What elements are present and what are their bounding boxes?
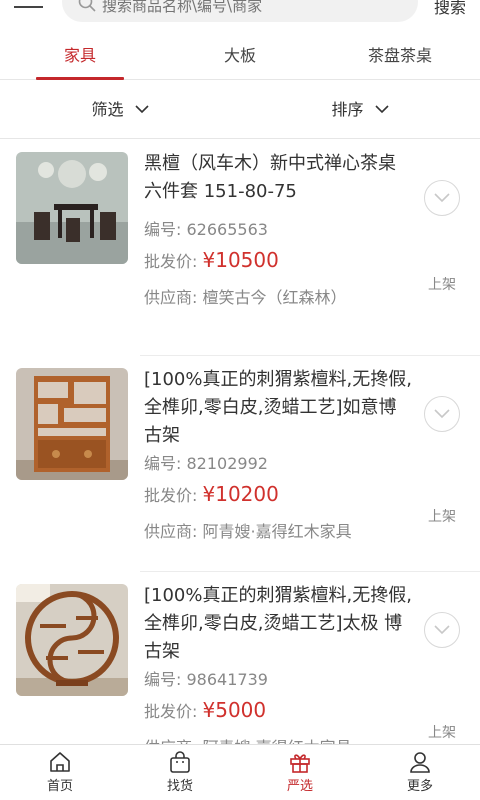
- bottom-nav: 首页 找货 严选 更多: [0, 744, 480, 800]
- product-item[interactable]: [100%真正的刺猬紫檀料,无搀假,全榫卯,零白皮,烫蜡工艺]如意博古架 编号:…: [0, 356, 480, 572]
- product-supplier-row: 供应商: 檀笑古今（红森林）: [144, 284, 347, 308]
- chevron-down-icon: [374, 80, 389, 138]
- product-supplier-row: 供应商: 阿青嫂·嘉得红木家具: [144, 518, 352, 542]
- product-image[interactable]: [16, 368, 128, 480]
- product-price-row: 批发价: ¥10200: [144, 482, 279, 506]
- supplier-label: 供应商:: [144, 288, 198, 307]
- chevron-down-icon: [434, 625, 450, 635]
- supplier-label: 供应商:: [144, 522, 198, 541]
- tab-label: 大板: [223, 46, 256, 65]
- product-code-row: 编号: 98641739: [144, 666, 268, 690]
- nav-label: 更多: [406, 779, 433, 794]
- sort-label: 排序: [331, 100, 364, 119]
- chevron-down-icon: [134, 80, 149, 138]
- nav-label: 找货: [166, 779, 193, 794]
- product-price: ¥10200: [202, 482, 279, 506]
- tab-label: 家具: [63, 46, 96, 65]
- chevron-down-icon: [434, 409, 450, 419]
- listing-status: 上架: [428, 725, 456, 741]
- price-label: 批发价:: [144, 702, 198, 721]
- filter-label: 筛选: [91, 100, 124, 119]
- product-list: 黑檀（风车木）新中式禅心茶桌 六件套 151-80-75 编号: 6266556…: [0, 140, 480, 788]
- nav-label: 严选: [286, 779, 313, 794]
- chevron-down-icon: [434, 193, 450, 203]
- user-icon: [410, 752, 430, 773]
- expand-toggle[interactable]: [424, 396, 460, 432]
- product-code: 82102992: [186, 454, 268, 473]
- product-image[interactable]: [16, 584, 128, 696]
- tab-slabs[interactable]: 大板: [160, 34, 320, 79]
- tab-tea-tables[interactable]: 茶盘茶桌: [320, 34, 480, 79]
- menu-icon[interactable]: [14, 0, 44, 16]
- product-code-row: 编号: 62665563: [144, 216, 268, 240]
- active-tab-indicator: [36, 77, 124, 80]
- nav-find-goods[interactable]: 找货: [120, 745, 240, 800]
- search-button[interactable]: 搜索: [434, 0, 466, 18]
- filter-bar: 筛选 排序: [0, 81, 480, 139]
- gift-icon: [290, 754, 310, 773]
- listing-status: 上架: [428, 277, 456, 293]
- home-icon: [50, 752, 70, 772]
- product-title[interactable]: [100%真正的刺猬紫檀料,无搀假,全榫卯,零白皮,烫蜡工艺]太极 博古架: [144, 582, 414, 666]
- product-price-row: 批发价: ¥5000: [144, 698, 266, 722]
- price-label: 批发价:: [144, 252, 198, 271]
- code-label: 编号:: [144, 220, 182, 239]
- listing-status: 上架: [428, 509, 456, 525]
- nav-selected[interactable]: 严选: [240, 745, 360, 800]
- filter-dropdown[interactable]: 筛选: [0, 81, 240, 138]
- nav-more[interactable]: 更多: [360, 745, 480, 800]
- product-title[interactable]: [100%真正的刺猬紫檀料,无搀假,全榫卯,零白皮,烫蜡工艺]如意博古架: [144, 366, 414, 450]
- tab-label: 茶盘茶桌: [367, 46, 432, 65]
- nav-home[interactable]: 首页: [0, 745, 120, 800]
- product-supplier: 檀笑古今（红森林）: [202, 288, 347, 307]
- expand-toggle[interactable]: [424, 612, 460, 648]
- product-title[interactable]: 黑檀（风车木）新中式禅心茶桌 六件套 151-80-75: [144, 150, 414, 206]
- nav-label: 首页: [46, 779, 73, 794]
- sort-dropdown[interactable]: 排序: [240, 81, 480, 138]
- product-price: ¥10500: [202, 248, 279, 272]
- product-code: 62665563: [186, 220, 268, 239]
- product-item[interactable]: 黑檀（风车木）新中式禅心茶桌 六件套 151-80-75 编号: 6266556…: [0, 140, 480, 356]
- top-bar: 搜索: [0, 0, 480, 22]
- product-code-row: 编号: 82102992: [144, 450, 268, 474]
- search-icon: [78, 0, 96, 16]
- product-price: ¥5000: [202, 698, 267, 722]
- category-tabs: 家具 大板 茶盘茶桌: [0, 34, 480, 80]
- product-supplier: 阿青嫂·嘉得红木家具: [202, 522, 352, 541]
- product-price-row: 批发价: ¥10500: [144, 248, 279, 272]
- search-input[interactable]: [102, 0, 402, 18]
- search-box[interactable]: [62, 0, 418, 22]
- bag-icon: [170, 751, 190, 773]
- tab-furniture[interactable]: 家具: [0, 34, 160, 80]
- expand-toggle[interactable]: [424, 180, 460, 216]
- code-label: 编号:: [144, 454, 182, 473]
- product-code: 98641739: [186, 670, 268, 689]
- price-label: 批发价:: [144, 486, 198, 505]
- product-image[interactable]: [16, 152, 128, 264]
- code-label: 编号:: [144, 670, 182, 689]
